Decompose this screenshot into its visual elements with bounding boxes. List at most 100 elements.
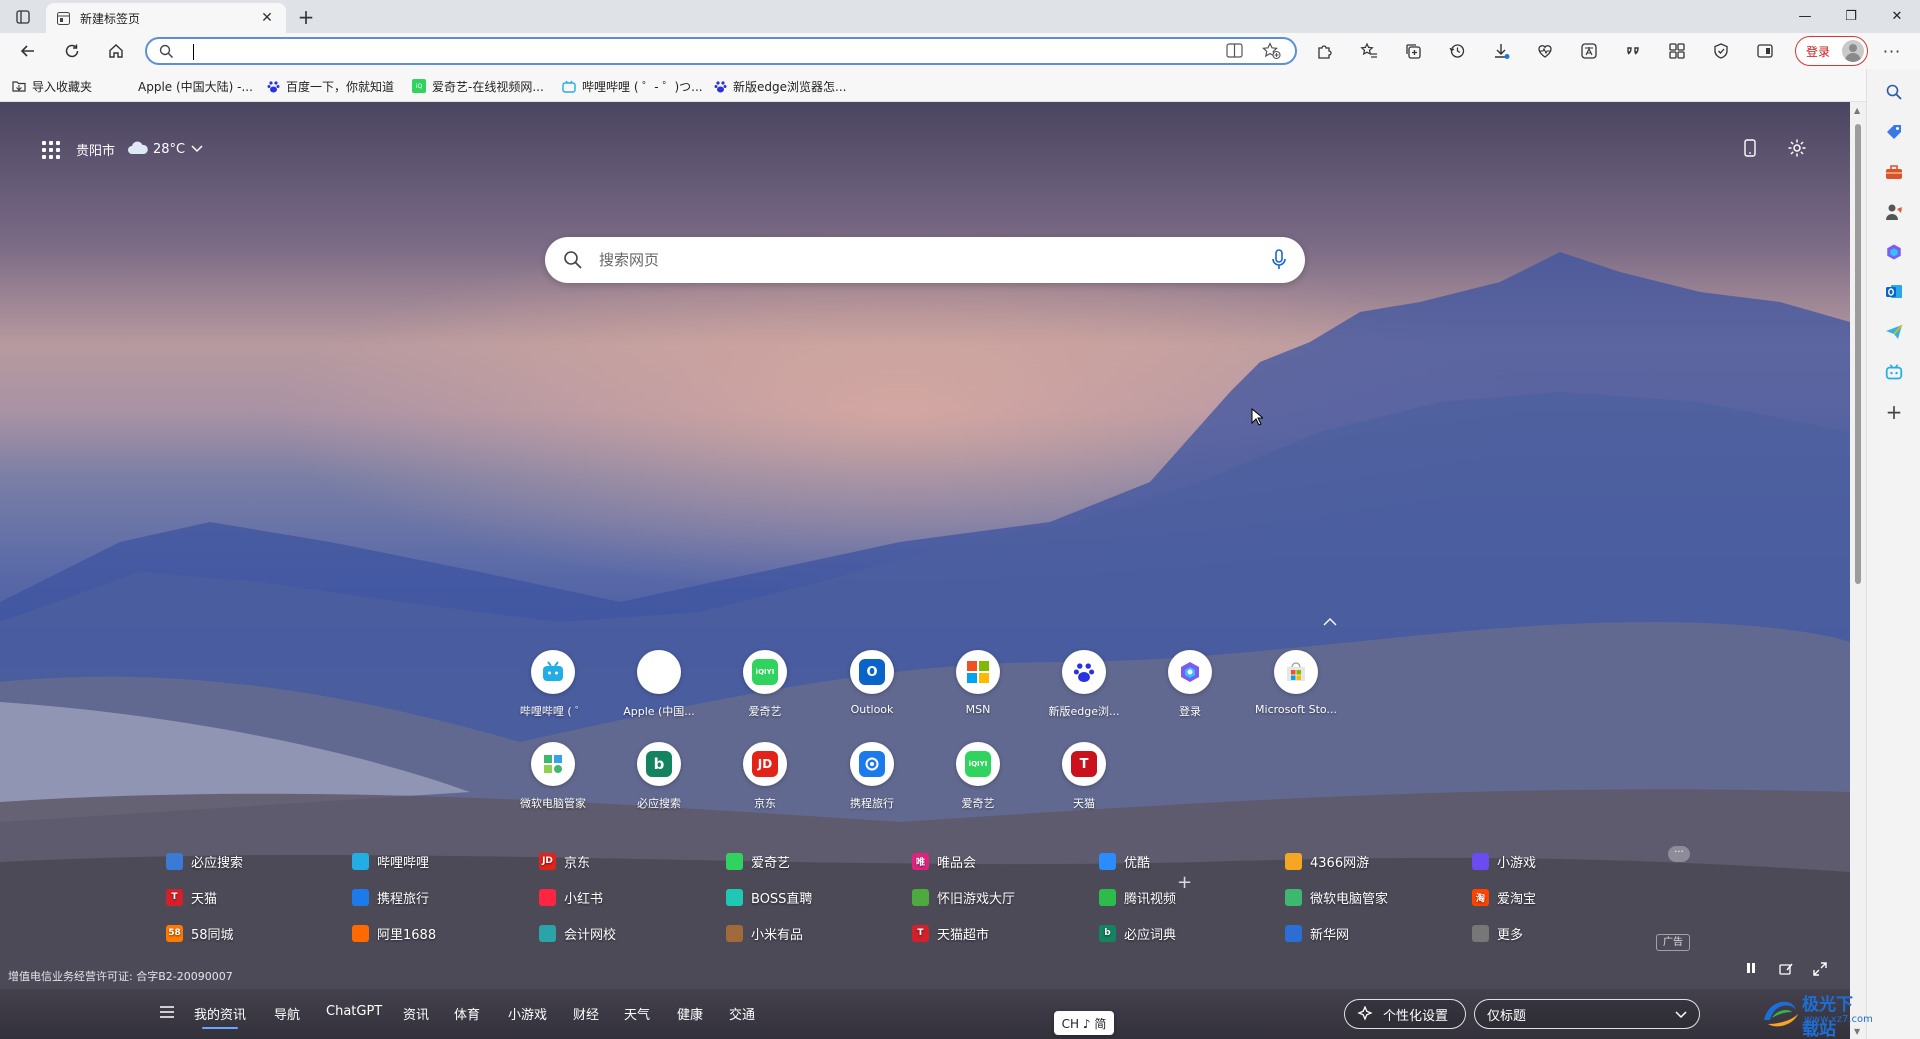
nav-link[interactable]: 优酷 (1099, 850, 1150, 872)
send-paper-plane-icon[interactable] (1883, 321, 1905, 343)
sidebar-search-icon[interactable] (1883, 81, 1905, 103)
shopping-tag-icon[interactable] (1883, 121, 1905, 143)
edit-background-icon[interactable] (1779, 962, 1793, 979)
back-button[interactable] (14, 38, 42, 64)
search-input[interactable] (599, 248, 1219, 272)
nav-link[interactable]: BOSS直聘 (726, 886, 812, 908)
quick-link[interactable]: 携程旅行 (824, 742, 920, 811)
page-scrollbar[interactable]: ▲ ▼ (1850, 102, 1866, 1039)
favorite-item[interactable]: 百度一下，你就知道 (266, 76, 394, 96)
weather-temp[interactable]: 28°C (153, 142, 185, 157)
quick-link[interactable]: MSN (930, 650, 1026, 716)
nav-link[interactable]: 微软电脑管家 (1285, 886, 1388, 908)
hamburger-menu-icon[interactable] (160, 1006, 174, 1021)
search-box[interactable] (545, 237, 1305, 283)
feed-tab[interactable]: 资讯 (403, 1004, 429, 1023)
nav-link[interactable]: 小红书 (539, 886, 603, 908)
history-button[interactable] (1443, 38, 1471, 64)
feed-tab[interactable]: ChatGPT (326, 1004, 382, 1019)
tab-new-tab[interactable]: 新建标签页 ✕ (46, 3, 286, 33)
minimize-button[interactable]: — (1782, 0, 1828, 33)
collections-button[interactable] (1399, 38, 1427, 64)
nav-link[interactable]: 腾讯视频 (1099, 886, 1176, 908)
nav-link[interactable]: 哔哩哔哩 (352, 850, 429, 872)
quick-link[interactable]: 哔哩哔哩 ( ゜ (505, 650, 601, 719)
weather-city[interactable]: 贵阳市 (76, 140, 115, 159)
quick-link[interactable]: JD 京东 (717, 742, 813, 811)
scrollbar-thumb[interactable] (1855, 124, 1861, 584)
ime-indicator[interactable]: CH ♪ 简 (1054, 1011, 1114, 1035)
nav-link[interactable]: 阿里1688 (352, 922, 436, 944)
more-menu-button[interactable]: ··· (1878, 38, 1906, 64)
favorite-item[interactable]: 哔哩哔哩 ( ゜- ゜)つ... (562, 76, 703, 96)
new-tab-button[interactable]: + (294, 5, 318, 29)
add-favorite-icon[interactable] (1262, 42, 1281, 63)
pause-icon[interactable] (1745, 962, 1757, 977)
quick-link[interactable]: 登录 (1142, 650, 1238, 719)
quick-link[interactable]: iQIYI 爱奇艺 (717, 650, 813, 719)
nav-link[interactable]: 会计网校 (539, 922, 616, 944)
feed-tab[interactable]: 财经 (573, 1004, 599, 1023)
feed-tab[interactable]: 体育 (454, 1004, 480, 1023)
nav-link[interactable]: 必应搜索 (166, 850, 243, 872)
toolbox-icon[interactable] (1883, 161, 1905, 183)
quick-link[interactable]: 新版edge浏... (1036, 650, 1132, 719)
quick-link[interactable]: Microsoft Sto... (1248, 650, 1344, 716)
tab-close-icon[interactable]: ✕ (258, 9, 276, 27)
scroll-up-arrow-icon[interactable]: ▲ (1854, 106, 1862, 115)
home-button[interactable] (102, 38, 130, 64)
favorite-item[interactable]: 导入收藏夹 (12, 76, 92, 96)
nav-link[interactable]: 小米有品 (726, 922, 803, 944)
address-bar[interactable] (145, 37, 1297, 65)
nav-link[interactable]: 淘爱淘宝 (1472, 886, 1536, 908)
nav-link[interactable]: T 天猫超市 (912, 922, 989, 944)
quick-link[interactable]: T 天猫 (1036, 742, 1132, 811)
nav-link[interactable]: 新华网 (1285, 922, 1349, 944)
collapse-chevron-up-icon[interactable] (1323, 614, 1337, 630)
layout-select[interactable]: 仅标题 (1474, 999, 1700, 1029)
apps-button[interactable] (1663, 38, 1691, 64)
more-dots-icon[interactable]: ··· (1668, 846, 1690, 862)
translate-button[interactable] (1575, 38, 1603, 64)
feed-tab[interactable]: 健康 (677, 1004, 703, 1023)
personalize-button[interactable]: 个性化设置 (1344, 999, 1466, 1029)
split-screen-button[interactable] (1751, 38, 1779, 64)
games-icon[interactable] (1883, 201, 1905, 223)
reader-view-icon[interactable] (1226, 43, 1243, 61)
nav-link[interactable]: 更多 (1472, 922, 1523, 944)
nav-link[interactable]: 小游戏 (1472, 850, 1536, 872)
favorites-button[interactable] (1355, 38, 1383, 64)
quick-link[interactable]: O Outlook (824, 650, 920, 716)
expand-icon[interactable] (1813, 962, 1827, 979)
nav-link[interactable]: b 必应词典 (1099, 922, 1176, 944)
nav-link[interactable]: 爱奇艺 (726, 850, 790, 872)
bilibili-icon[interactable] (1883, 361, 1905, 383)
feed-tab[interactable]: 交通 (729, 1004, 755, 1023)
extensions-button[interactable] (1311, 38, 1339, 64)
tab-actions-button[interactable] (12, 7, 34, 27)
quote-button[interactable] (1619, 38, 1647, 64)
health-button[interactable] (1531, 38, 1559, 64)
favorite-item[interactable]: Apple (中国大陆) -... (118, 76, 253, 96)
gear-icon[interactable] (1787, 138, 1807, 161)
nav-link[interactable]: JD 京东 (539, 850, 590, 872)
feed-tab[interactable]: 小游戏 (508, 1004, 547, 1023)
feed-tab[interactable]: 导航 (274, 1004, 300, 1023)
quick-link[interactable]: b 必应搜索 (611, 742, 707, 811)
refresh-button[interactable] (58, 38, 86, 64)
quick-link[interactable]: Apple (中国... (611, 650, 707, 719)
browser-essentials-button[interactable] (1707, 38, 1735, 64)
nav-link[interactable]: 携程旅行 (352, 886, 429, 908)
nav-link[interactable]: 58 58同城 (166, 922, 234, 944)
microsoft365-icon[interactable] (1883, 241, 1905, 263)
nav-link[interactable]: 怀旧游戏大厅 (912, 886, 1015, 908)
phone-icon[interactable] (1744, 139, 1756, 160)
favorite-item[interactable]: iQ 爱奇艺-在线视频网... (412, 76, 544, 96)
add-quick-link-button[interactable]: + (1177, 872, 1192, 893)
quick-link[interactable]: 微软电脑管家 (505, 742, 601, 811)
add-sidebar-app-icon[interactable]: + (1883, 400, 1905, 424)
feed-tab[interactable]: 天气 (624, 1004, 650, 1023)
nav-link[interactable]: T 天猫 (166, 886, 217, 908)
downloads-button[interactable] (1487, 38, 1515, 64)
favorite-item[interactable]: 新版edge浏览器怎... (713, 76, 846, 96)
